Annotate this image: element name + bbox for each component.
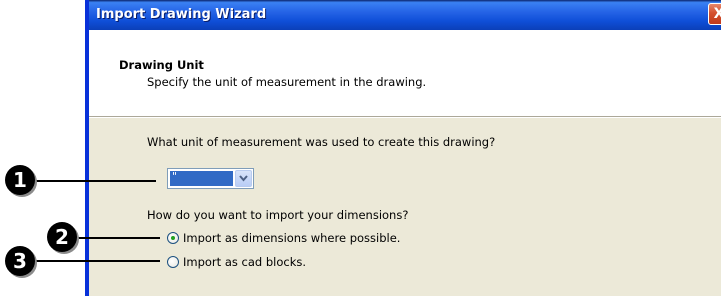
page-title: Drawing Unit: [119, 58, 204, 72]
callout-badge-3: 3: [5, 246, 35, 276]
radio-button-checked[interactable]: [167, 232, 179, 244]
radio-import-as-dimensions[interactable]: Import as dimensions where possible.: [167, 230, 400, 246]
callout-badge-1: 1: [5, 165, 35, 195]
unit-dropdown[interactable]: ": [167, 168, 254, 189]
header-divider: [89, 116, 721, 118]
radio-label[interactable]: Import as dimensions where possible.: [183, 231, 400, 245]
radio-import-as-cad-blocks[interactable]: Import as cad blocks.: [167, 254, 306, 270]
callout-badge-2: 2: [47, 222, 77, 252]
window-title: Import Drawing Wizard: [96, 7, 267, 22]
close-icon: X: [713, 6, 721, 22]
radio-selected-dot: [171, 236, 175, 240]
unit-selected-value: ": [170, 171, 233, 186]
dropdown-arrow-button[interactable]: [235, 170, 252, 187]
callout-line-2: [74, 237, 160, 239]
callout-line-3: [34, 260, 160, 262]
radio-button-unchecked[interactable]: [167, 256, 179, 268]
callout-line-1: [34, 180, 156, 182]
wizard-header: Drawing Unit Specify the unit of measure…: [89, 30, 721, 116]
close-button[interactable]: X: [708, 3, 721, 25]
import-drawing-wizard-dialog: Import Drawing Wizard X Drawing Unit Spe…: [85, 0, 721, 296]
import-question-label: How do you want to import your dimension…: [147, 208, 409, 222]
radio-label[interactable]: Import as cad blocks.: [183, 255, 306, 269]
chevron-down-icon: [239, 175, 248, 182]
unit-question-label: What unit of measurement was used to cre…: [147, 135, 496, 149]
screenshot-stage: Import Drawing Wizard X Drawing Unit Spe…: [0, 0, 721, 296]
title-bar[interactable]: Import Drawing Wizard X: [89, 0, 721, 30]
page-subtitle: Specify the unit of measurement in the d…: [147, 75, 427, 89]
